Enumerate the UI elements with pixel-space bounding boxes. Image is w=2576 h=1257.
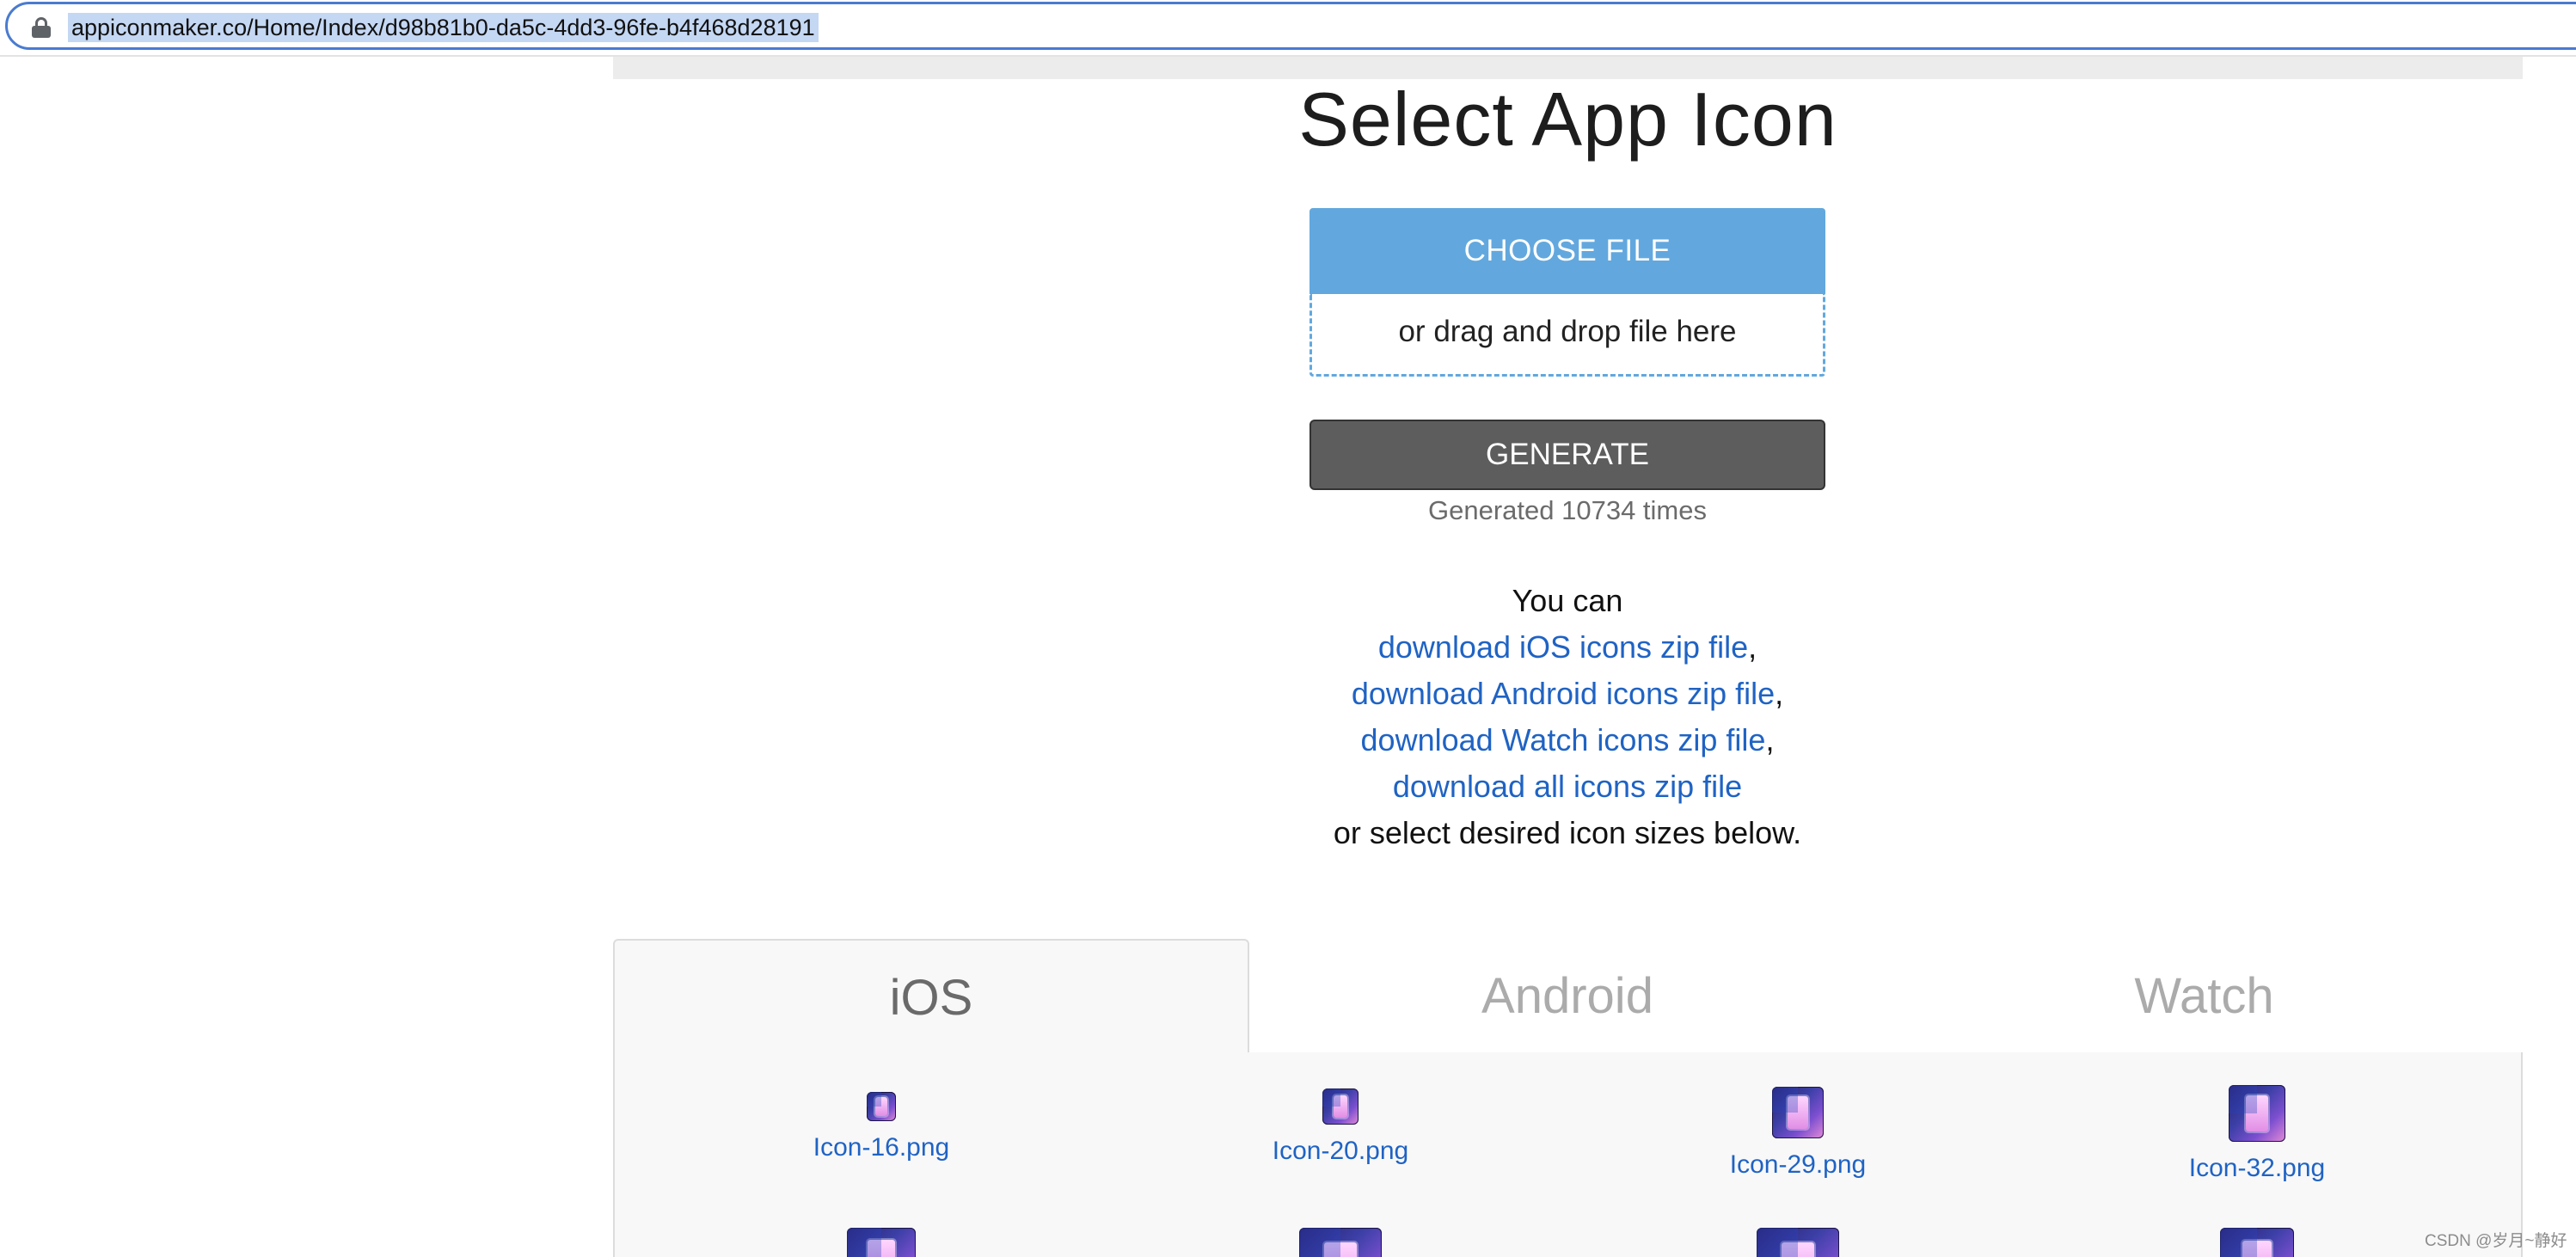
app-icon-thumbnail[interactable] [1299,1228,1382,1257]
app-icon-thumbnail[interactable] [2229,1085,2285,1142]
icon-item[interactable] [1168,1228,1512,1257]
lock-icon[interactable] [32,17,51,38]
you-can-text: You can [1512,583,1623,618]
download-all-link[interactable]: download all icons zip file [1393,769,1742,804]
download-android-link[interactable]: download Android icons zip file [1352,676,1775,711]
address-bar[interactable]: appiconmaker.co/Home/Index/d98b81b0-da5c… [5,2,2576,50]
icon-link[interactable]: Icon-32.png [2085,1154,2429,1183]
icon-item[interactable]: Icon-16.png [709,1092,1053,1162]
drop-zone[interactable]: or drag and drop file here [1309,292,1825,377]
select-below-text: or select desired icon sizes below. [1333,815,1802,850]
choose-file-button[interactable]: CHOOSE FILE [1309,208,1825,294]
generated-count: Generated 10734 times [1428,495,1707,525]
upload-box: CHOOSE FILE or drag and drop file here [1309,208,1825,377]
icon-link[interactable]: Icon-16.png [709,1133,1053,1162]
download-watch-link[interactable]: download Watch icons zip file [1361,722,1766,757]
download-ios-link[interactable]: download iOS icons zip file [1378,629,1748,665]
download-links: You can download iOS icons zip file, dow… [1138,578,1997,856]
app-icon-thumbnail[interactable] [1322,1088,1359,1125]
icon-item[interactable]: Icon-32.png [2085,1085,2429,1183]
app-icon-thumbnail[interactable] [1757,1228,1839,1257]
icon-item[interactable]: Icon-20.png [1168,1088,1512,1166]
page-title: Select App Icon [1298,77,1837,162]
app-icon-thumbnail[interactable] [1772,1087,1824,1138]
generate-button[interactable]: GENERATE [1309,420,1825,490]
icon-link[interactable]: Icon-20.png [1168,1137,1512,1166]
platform-tabs: iOS Android Watch [613,939,2523,1054]
icon-item[interactable] [1626,1228,1970,1257]
tab-watch[interactable]: Watch [1886,939,2523,1054]
url-text[interactable]: appiconmaker.co/Home/Index/d98b81b0-da5c… [68,13,819,42]
tab-android[interactable]: Android [1249,939,1886,1054]
app-icon-thumbnail[interactable] [867,1092,896,1121]
app-icon-thumbnail[interactable] [847,1228,916,1257]
tab-ios[interactable]: iOS [613,939,1249,1054]
icon-item[interactable] [2085,1228,2429,1257]
app-icon-thumbnail[interactable] [2220,1228,2294,1257]
icon-link[interactable]: Icon-29.png [1626,1150,1970,1180]
watermark: CSDN @岁月~静好 [2425,1232,2567,1250]
icon-item[interactable]: Icon-29.png [1626,1087,1970,1180]
icon-grid-panel: Icon-16.png Icon-20.png Icon-29.png Icon… [613,1052,2523,1257]
icon-item[interactable] [709,1228,1053,1257]
